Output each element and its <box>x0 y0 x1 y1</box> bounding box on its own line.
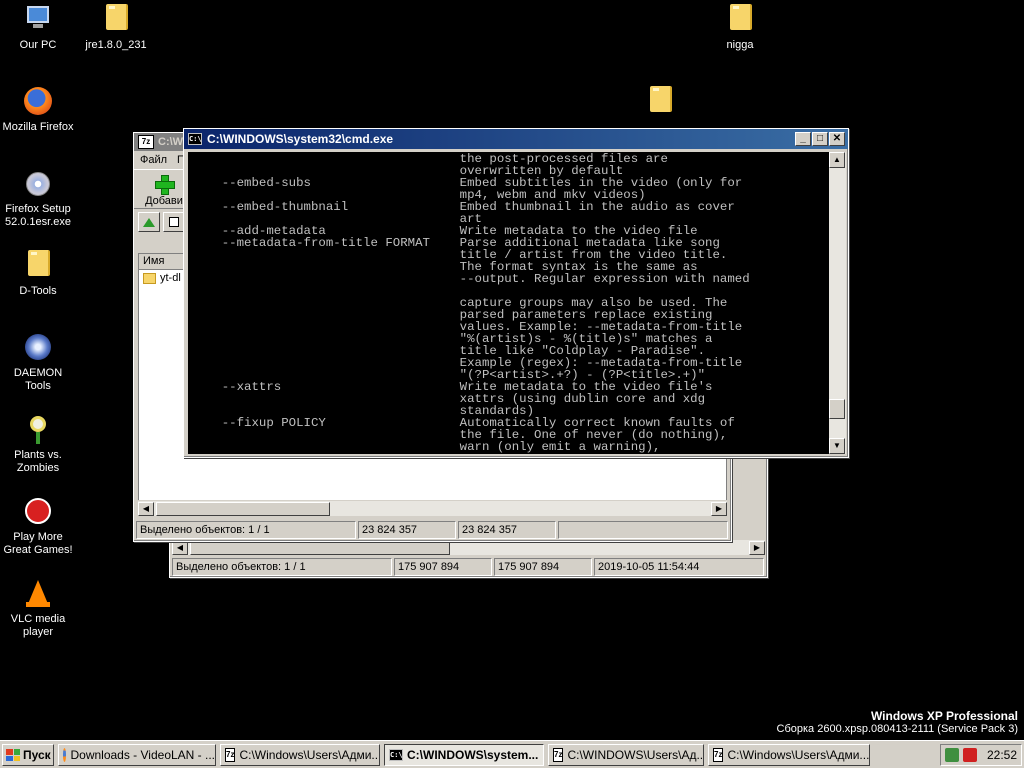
desktop-icon-label: VLC media player <box>10 613 66 638</box>
taskbar-button-7z-2[interactable]: 7z C:\WINDOWS\Users\Ад... <box>548 744 704 766</box>
cmd-icon: C:\ <box>389 749 403 761</box>
desktop-icon-label: Play More Great Games! <box>3 531 73 556</box>
7z-icon: 7z <box>225 748 236 762</box>
console-text: the post-processed files are overwritten… <box>221 152 750 454</box>
window-title: C:\W <box>158 136 184 148</box>
browse-button[interactable] <box>163 212 185 232</box>
desktop-icon-label: D-Tools <box>19 285 57 297</box>
scroll-left-button[interactable]: ◀ <box>172 541 188 555</box>
window-title: C:\WINDOWS\system32\cmd.exe <box>207 132 394 146</box>
vertical-scrollbar[interactable]: ▲ ▼ <box>829 152 846 454</box>
plus-icon <box>155 175 175 195</box>
scroll-right-button[interactable]: ▶ <box>749 541 765 555</box>
status-size: 23 824 357 <box>358 521 456 539</box>
status-bar: Выделено объектов: 1 / 1 23 824 357 23 8… <box>136 521 729 539</box>
start-button[interactable]: Пуск <box>2 744 54 766</box>
taskbar-button-7z-3[interactable]: 7z C:\Windows\Users\Адми... <box>708 744 870 766</box>
add-button[interactable]: Добави <box>144 175 184 207</box>
status-modified: 2019-10-05 11:54:44 <box>594 558 764 576</box>
folder-icon <box>650 86 672 112</box>
scroll-left-button[interactable]: ◀ <box>138 502 154 516</box>
file-name: yt-dl <box>160 272 181 284</box>
desktop-icon-jre[interactable]: jre1.8.0_231 <box>78 4 154 52</box>
folder-icon <box>106 4 128 30</box>
start-label: Пуск <box>23 748 51 762</box>
desktop-icon-label: Our PC <box>19 39 57 51</box>
console-output[interactable]: the post-processed files are overwritten… <box>188 152 829 454</box>
horizontal-scrollbar[interactable]: ◀ ▶ <box>138 500 727 516</box>
desktop-icon-label: Plants vs. Zombies <box>14 449 62 474</box>
desktop-icon-partial-folder[interactable] <box>622 86 698 121</box>
status-packed: 23 824 357 <box>458 521 556 539</box>
folder-icon <box>730 4 752 30</box>
scroll-thumb[interactable] <box>829 399 845 419</box>
title-bar[interactable]: C:\ C:\WINDOWS\system32\cmd.exe _ □ ✕ <box>184 129 848 149</box>
add-label: Добави <box>145 195 183 207</box>
desktop-icon-label: DAEMON Tools <box>13 367 63 392</box>
7z-icon: 7z <box>138 135 154 149</box>
taskbar: Пуск Downloads - VideoLAN - ... 7z C:\Wi… <box>0 740 1024 768</box>
desktop-icon-label: jre1.8.0_231 <box>85 39 147 51</box>
desktop-icon-pvz[interactable]: Plants vs. Zombies <box>0 414 76 475</box>
menu-file[interactable]: Файл <box>140 154 167 166</box>
taskbar-button-label: C:\WINDOWS\system... <box>407 748 539 762</box>
desktop-icon-play-more[interactable]: Play More Great Games! <box>0 496 76 557</box>
status-selected: Выделено объектов: 1 / 1 <box>136 521 356 539</box>
taskbar-button-label: Downloads - VideoLAN - ... <box>70 748 215 762</box>
7z-icon: 7z <box>713 748 724 762</box>
taskbar-button-label: C:\WINDOWS\Users\Ад... <box>567 748 704 762</box>
scroll-right-button[interactable]: ▶ <box>711 502 727 516</box>
desktop-icon-dtools[interactable]: D-Tools <box>0 250 76 298</box>
taskbar-button-firefox[interactable]: Downloads - VideoLAN - ... <box>58 744 216 766</box>
status-selected: Выделено объектов: 1 / 1 <box>172 558 392 576</box>
desktop-icon-label: Mozilla Firefox <box>2 121 74 133</box>
desktop-icon-firefox[interactable]: Mozilla Firefox <box>0 86 76 134</box>
vlc-icon <box>22 578 54 610</box>
up-folder-button[interactable] <box>138 212 160 232</box>
desktop-icon-label: Firefox Setup 52.0.1esr.exe <box>4 203 72 228</box>
cmd-icon: C:\ <box>188 133 202 145</box>
folder-icon <box>28 250 50 276</box>
plants-vs-zombies-icon <box>22 414 54 446</box>
desktop-icon-vlc[interactable]: VLC media player <box>0 578 76 639</box>
status-packed: 175 907 894 <box>494 558 592 576</box>
status-size: 175 907 894 <box>394 558 492 576</box>
status-modified <box>558 521 728 539</box>
desktop-icon-folder[interactable]: nigga <box>702 4 778 52</box>
status-bar: Выделено объектов: 1 / 1 175 907 894 175… <box>172 558 765 576</box>
antivirus-icon[interactable] <box>963 748 977 762</box>
folder-icon <box>143 272 156 284</box>
scroll-thumb[interactable] <box>156 502 330 516</box>
taskbar-button-label: C:\Windows\Users\Адми... <box>727 748 870 762</box>
desktop-icon-daemon-tools[interactable]: DAEMON Tools <box>0 332 76 393</box>
desktop-icon-firefox-setup[interactable]: Firefox Setup 52.0.1esr.exe <box>0 168 76 229</box>
up-arrow-icon <box>143 217 155 227</box>
daemon-tools-icon <box>22 332 54 364</box>
popcap-icon <box>22 496 54 528</box>
system-tray: 22:52 <box>940 744 1022 766</box>
taskbar-button-7z-1[interactable]: 7z C:\Windows\Users\Адми... <box>220 744 380 766</box>
windows-build: Сборка 2600.xpsp.080413-2111 (Service Pa… <box>776 723 1018 735</box>
windows-version: Windows XP Professional <box>870 709 1018 723</box>
clock[interactable]: 22:52 <box>987 748 1017 762</box>
scroll-thumb[interactable] <box>190 541 450 555</box>
desktop-icon-label: nigga <box>726 39 754 51</box>
firefox-icon <box>63 748 67 762</box>
scroll-down-button[interactable]: ▼ <box>829 438 845 454</box>
firefox-icon <box>22 86 54 118</box>
windows-flag-icon <box>6 749 20 761</box>
desktop-icon-our-pc[interactable]: Our PC <box>0 4 76 52</box>
scroll-up-button[interactable]: ▲ <box>829 152 845 168</box>
computer-icon <box>22 4 54 36</box>
maximize-button[interactable]: □ <box>812 132 828 146</box>
network-icon[interactable] <box>945 748 959 762</box>
window-cmd[interactable]: C:\ C:\WINDOWS\system32\cmd.exe _ □ ✕ th… <box>183 128 849 458</box>
7z-icon: 7z <box>553 748 564 762</box>
taskbar-button-cmd[interactable]: C:\ C:\WINDOWS\system... <box>384 744 544 766</box>
taskbar-button-label: C:\Windows\Users\Адми... <box>239 748 380 762</box>
minimize-button[interactable]: _ <box>795 132 811 146</box>
installer-icon <box>22 168 54 200</box>
close-button[interactable]: ✕ <box>829 132 845 146</box>
folder-browse-icon <box>169 217 179 227</box>
